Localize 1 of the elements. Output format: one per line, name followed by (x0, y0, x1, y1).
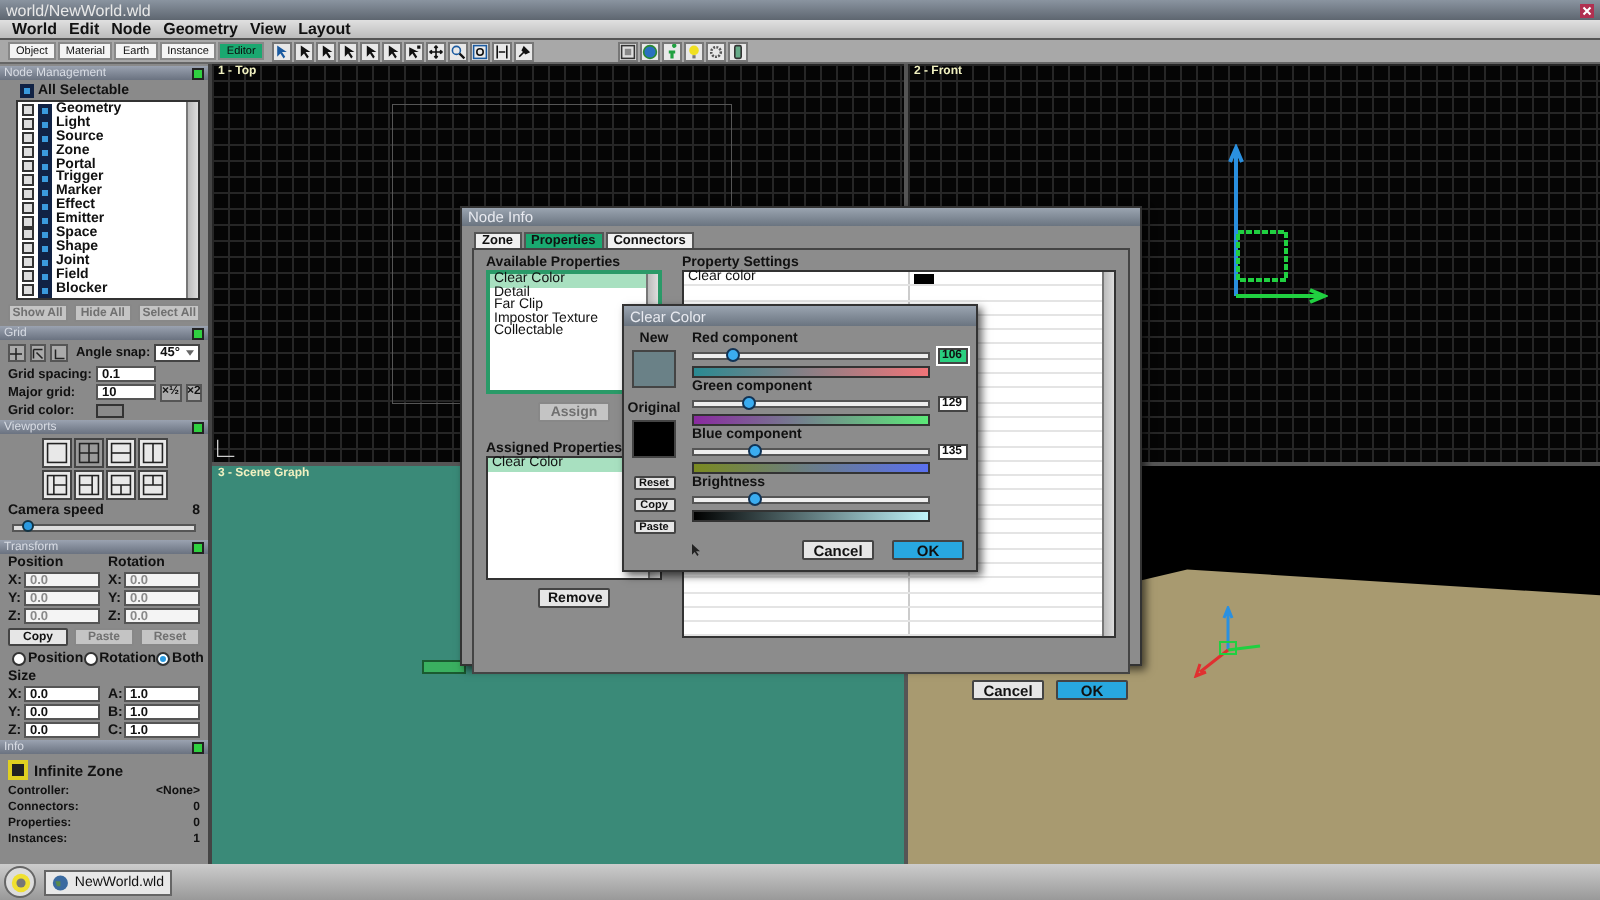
window-title: world/NewWorld.wld (6, 1, 151, 19)
